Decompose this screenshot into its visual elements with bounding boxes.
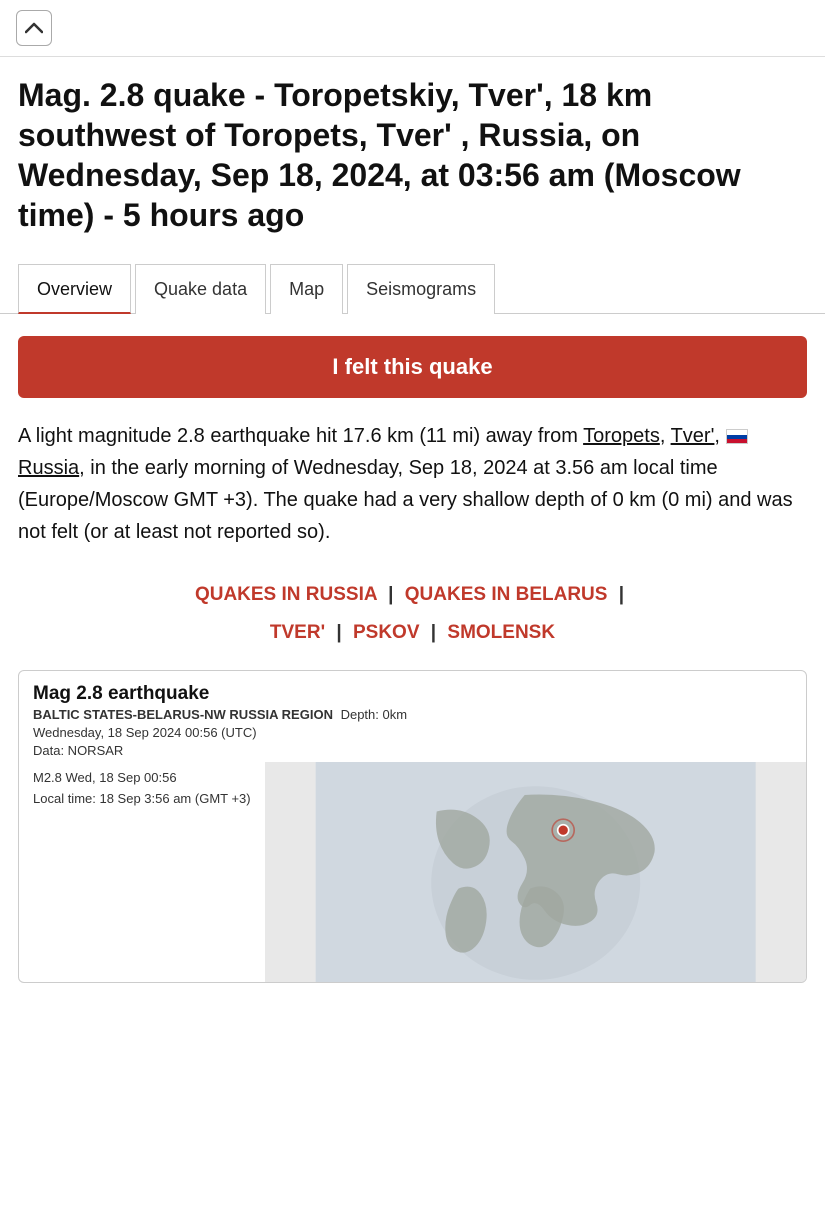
map-card-mag-line: M2.8 Wed, 18 Sep 00:56 <box>33 768 251 789</box>
map-card-body: M2.8 Wed, 18 Sep 00:56 Local time: 18 Se… <box>19 762 806 982</box>
russia-link[interactable]: Russia <box>18 457 79 479</box>
tver-link[interactable]: Tver' <box>671 425 715 447</box>
earthquake-description: A light magnitude 2.8 earthquake hit 17.… <box>0 420 825 566</box>
separator-4: | <box>431 622 436 643</box>
link-smolensk[interactable]: SMOLENSK <box>447 622 555 643</box>
map-card-date: Wednesday, 18 Sep 2024 00:56 (UTC) <box>33 725 792 740</box>
page-title: Mag. 2.8 quake - Toropetskiy, Tver', 18 … <box>0 57 825 249</box>
felt-this-quake-button[interactable]: I felt this quake <box>18 336 807 398</box>
map-card-title: Mag 2.8 earthquake <box>33 683 792 705</box>
link-quakes-belarus[interactable]: QUAKES IN BELARUS <box>405 584 608 605</box>
map-card: Mag 2.8 earthquake BALTIC STATES-BELARUS… <box>18 670 807 983</box>
map-card-local-time: Local time: 18 Sep 3:56 am (GMT +3) <box>33 789 251 810</box>
tab-map[interactable]: Map <box>270 264 343 314</box>
map-card-info: M2.8 Wed, 18 Sep 00:56 Local time: 18 Se… <box>19 762 265 982</box>
tab-overview[interactable]: Overview <box>18 264 131 314</box>
map-card-subtitle: BALTIC STATES-BELARUS-NW RUSSIA REGION D… <box>33 707 792 722</box>
map-card-datasource: Data: NORSAR <box>33 743 792 758</box>
collapse-button[interactable] <box>16 10 52 46</box>
map-card-depth: Depth: 0km <box>341 707 407 722</box>
tab-seismograms[interactable]: Seismograms <box>347 264 495 314</box>
separator-1: | <box>388 584 393 605</box>
felt-button-container: I felt this quake <box>0 314 825 420</box>
tab-quake-data[interactable]: Quake data <box>135 264 266 314</box>
separator-2: | <box>619 584 624 605</box>
toropets-link[interactable]: Toropets <box>583 425 660 447</box>
tabs-container: Overview Quake data Map Seismograms <box>0 249 825 314</box>
top-bar <box>0 0 825 57</box>
russia-flag <box>726 425 751 447</box>
link-quakes-russia[interactable]: QUAKES IN RUSSIA <box>195 584 377 605</box>
separator-3: | <box>336 622 341 643</box>
related-links: QUAKES IN RUSSIA | QUAKES IN BELARUS | T… <box>0 566 825 670</box>
link-pskov[interactable]: PSKOV <box>353 622 420 643</box>
map-card-header: Mag 2.8 earthquake BALTIC STATES-BELARUS… <box>19 671 806 762</box>
link-tver[interactable]: TVER' <box>270 622 325 643</box>
map-card-image <box>265 762 806 982</box>
